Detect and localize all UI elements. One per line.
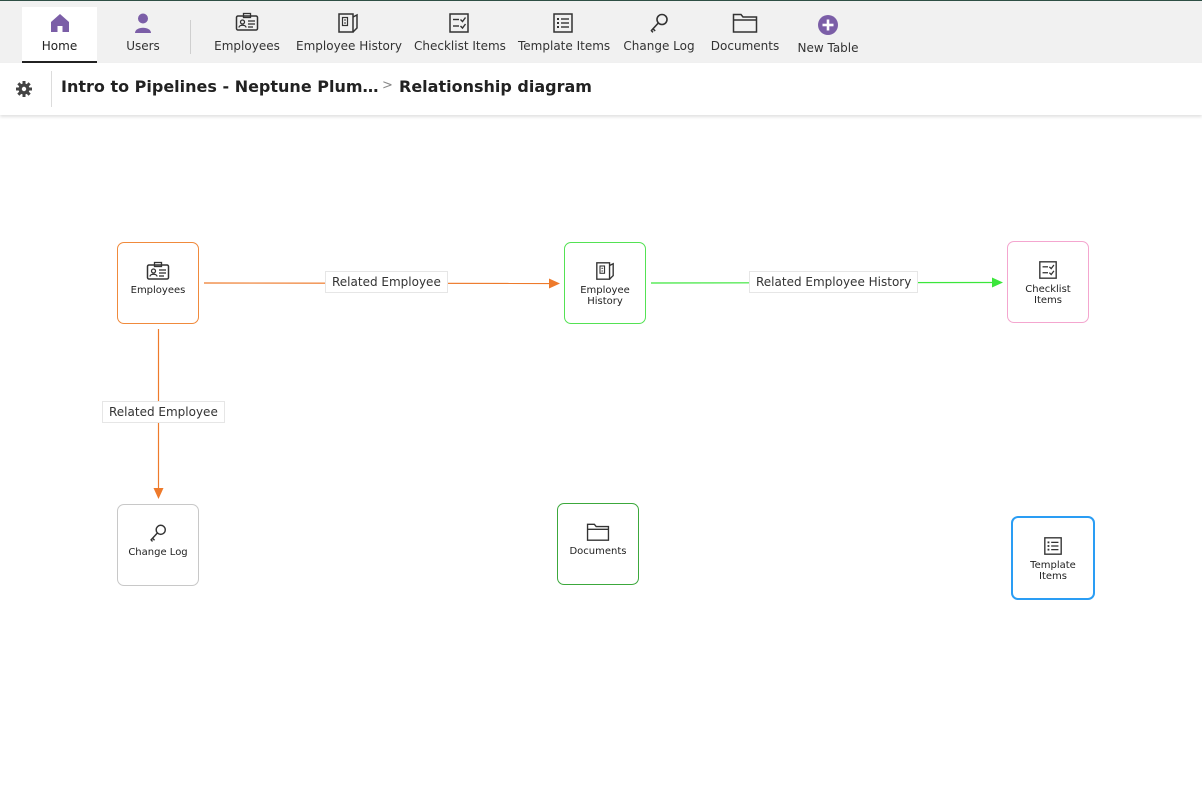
plus-circle-icon xyxy=(795,14,861,36)
node-documents-label: Documents xyxy=(569,546,627,557)
tab-checklist-items-label: Checklist Items xyxy=(414,39,506,53)
home-icon xyxy=(22,12,97,34)
diagram-edges xyxy=(153,277,1003,499)
new-table-label: New Table xyxy=(797,41,859,55)
user-icon xyxy=(110,12,176,34)
key-icon xyxy=(118,523,198,543)
relationship-diagram: Related Employee Related Employee Histor… xyxy=(0,115,1202,803)
list-icon xyxy=(518,12,608,34)
node-employees-label: Employees xyxy=(130,285,186,296)
breadcrumb-project-link[interactable]: Intro to Pipelines - Neptune Plumbing xyxy=(61,77,379,96)
page-title: Relationship diagram xyxy=(399,77,592,96)
breadcrumb: Intro to Pipelines - Neptune Plumbing > … xyxy=(0,63,1202,115)
tab-home-label: Home xyxy=(41,39,78,53)
node-employee-history[interactable]: Employee History xyxy=(564,242,646,324)
document-history-icon xyxy=(565,261,645,281)
tab-documents-label: Documents xyxy=(710,39,780,53)
edge-label-related-employee-history: Related Employee History xyxy=(749,271,919,293)
top-toolbar: Home Users Employees Employee History Ch… xyxy=(0,0,1202,63)
key-icon xyxy=(620,12,698,34)
edge-label-related-employee: Related Employee xyxy=(325,271,448,293)
top-accent-line xyxy=(0,0,1202,1)
tab-home[interactable]: Home xyxy=(22,7,97,63)
new-table-button[interactable]: New Table xyxy=(795,7,861,63)
node-employee-history-label: Employee History xyxy=(580,285,630,307)
breadcrumb-chevron-icon: > xyxy=(382,78,393,93)
folder-icon xyxy=(558,522,638,542)
tab-employees-label: Employees xyxy=(214,39,280,53)
breadcrumb-divider xyxy=(51,71,52,107)
tab-documents[interactable]: Documents xyxy=(708,7,782,63)
node-change-log[interactable]: Change Log xyxy=(117,504,199,586)
edge-label-related-employee-vertical: Related Employee xyxy=(102,401,225,423)
tab-users[interactable]: Users xyxy=(110,7,176,63)
arrowhead-icon xyxy=(992,277,1003,288)
node-template-items[interactable]: Template Items xyxy=(1011,516,1095,600)
arrowhead-icon xyxy=(549,278,560,289)
document-history-icon xyxy=(296,12,400,34)
tab-template-items[interactable]: Template Items xyxy=(518,7,611,63)
arrowhead-icon xyxy=(153,488,164,499)
node-employees[interactable]: Employees xyxy=(117,242,199,324)
tab-users-label: Users xyxy=(126,39,160,53)
tab-change-log[interactable]: Change Log xyxy=(620,7,698,63)
id-card-icon xyxy=(118,261,198,281)
tab-checklist-items[interactable]: Checklist Items xyxy=(414,7,506,63)
node-checklist-items[interactable]: Checklist Items xyxy=(1007,241,1089,323)
tab-employee-history[interactable]: Employee History xyxy=(296,7,402,63)
tab-employee-history-label: Employee History xyxy=(296,39,402,53)
tab-employees[interactable]: Employees xyxy=(210,7,284,63)
node-change-log-label: Change Log xyxy=(128,547,188,558)
node-documents[interactable]: Documents xyxy=(557,503,639,585)
node-checklist-items-label: Checklist Items xyxy=(1025,284,1071,306)
tab-change-log-label: Change Log xyxy=(623,39,695,53)
id-card-icon xyxy=(210,12,284,34)
gear-icon[interactable] xyxy=(15,80,33,98)
checklist-icon xyxy=(414,12,504,34)
toolbar-divider xyxy=(190,20,191,54)
folder-icon xyxy=(708,12,782,34)
list-icon xyxy=(1013,536,1093,556)
checklist-icon xyxy=(1008,260,1088,280)
tab-template-items-label: Template Items xyxy=(518,39,611,53)
node-template-items-label: Template Items xyxy=(1030,560,1076,582)
